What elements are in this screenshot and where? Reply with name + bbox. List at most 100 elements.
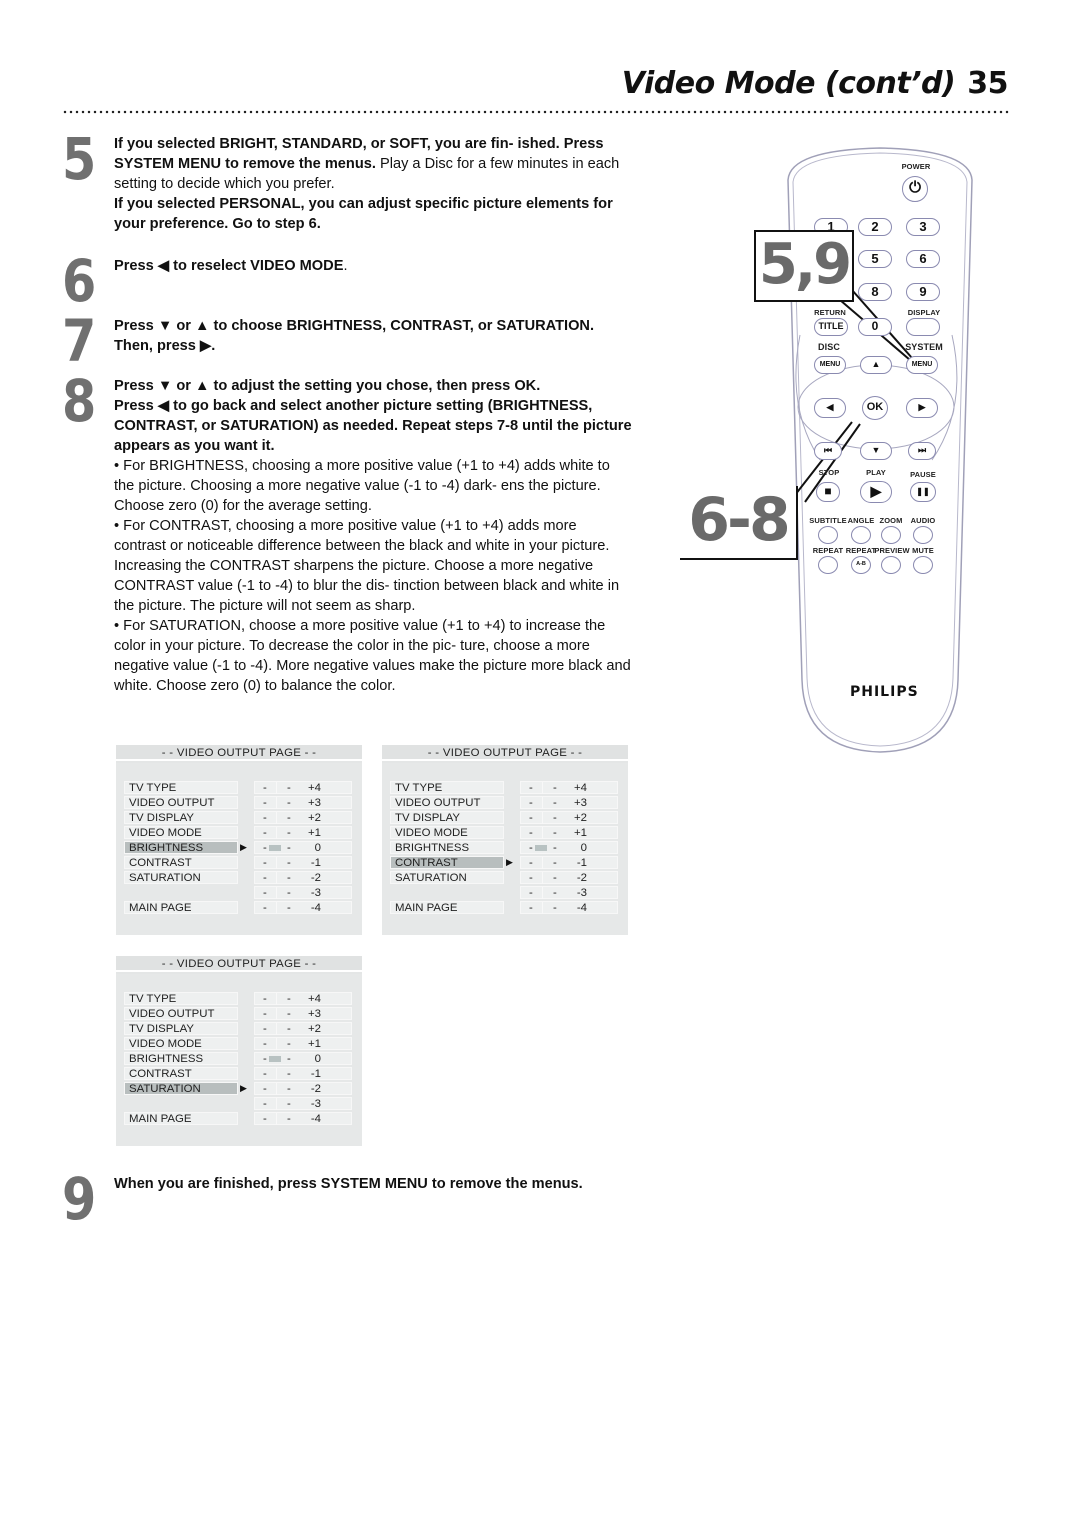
power-button[interactable]: ⏻: [902, 176, 928, 202]
osd-row[interactable]: VIDEO MODE - - +1: [390, 826, 622, 840]
osd-value-cell[interactable]: - - -3: [254, 1097, 352, 1110]
osd-value-cell[interactable]: - - +3: [254, 1007, 352, 1020]
osd-row[interactable]: - - -3: [390, 886, 622, 900]
osd-row[interactable]: VIDEO MODE - - +1: [124, 826, 356, 840]
osd-item-tv-display[interactable]: TV DISPLAY: [124, 811, 238, 824]
pause-button[interactable]: ❚❚: [910, 482, 936, 502]
osd-value-cell[interactable]: - - +1: [520, 826, 618, 839]
osd-item-contrast[interactable]: CONTRAST: [124, 856, 238, 869]
osd-item-saturation[interactable]: SATURATION: [124, 871, 238, 884]
osd-row[interactable]: TV TYPE - - +4: [124, 781, 356, 795]
digit-9-button[interactable]: 9: [906, 283, 940, 301]
osd-row[interactable]: CONTRAST - - -1: [124, 856, 356, 870]
osd-value-cell[interactable]: - - +2: [254, 1022, 352, 1035]
osd-row[interactable]: VIDEO OUTPUT - - +3: [390, 796, 622, 810]
osd-item-tv-display[interactable]: TV DISPLAY: [390, 811, 504, 824]
osd-value-cell[interactable]: - - -2: [520, 871, 618, 884]
osd-item-main-page[interactable]: MAIN PAGE: [124, 901, 238, 914]
osd-value-cell[interactable]: - - -3: [254, 886, 352, 899]
osd-value-cell[interactable]: - - +4: [254, 781, 352, 794]
osd-row[interactable]: SATURATION - - -2: [390, 871, 622, 885]
osd-item-contrast[interactable]: CONTRAST: [390, 856, 504, 869]
osd-value-cell[interactable]: - - +2: [254, 811, 352, 824]
mute-button[interactable]: [913, 556, 933, 574]
osd-row[interactable]: TV DISPLAY - - +2: [124, 1022, 356, 1036]
right-button[interactable]: ▶: [906, 398, 938, 418]
title-button[interactable]: TITLE: [814, 318, 848, 336]
osd-value-cell[interactable]: - - +2: [520, 811, 618, 824]
osd-value-cell[interactable]: - - +3: [520, 796, 618, 809]
osd-value-cell[interactable]: - - -1: [254, 856, 352, 869]
left-button[interactable]: ◀: [814, 398, 846, 418]
osd-row[interactable]: BRIGHTNESS - - 0: [124, 1052, 356, 1066]
play-button[interactable]: ▶: [860, 481, 892, 503]
osd-row[interactable]: MAIN PAGE - - -4: [124, 901, 356, 915]
osd-row[interactable]: BRIGHTNESS - - 0: [390, 841, 622, 855]
up-button[interactable]: ▲: [860, 356, 892, 374]
osd-item-brightness[interactable]: BRIGHTNESS: [390, 841, 504, 854]
repeat-button[interactable]: [818, 556, 838, 574]
osd-value-cell[interactable]: - - -2: [254, 871, 352, 884]
osd-item-brightness[interactable]: BRIGHTNESS: [124, 841, 238, 854]
previous-button[interactable]: ⏮: [814, 442, 842, 460]
subtitle-button[interactable]: [818, 526, 838, 544]
system-menu-button[interactable]: MENU: [906, 356, 938, 374]
osd-row[interactable]: VIDEO OUTPUT - - +3: [124, 796, 356, 810]
osd-value-cell[interactable]: - - -3: [520, 886, 618, 899]
disc-menu-button[interactable]: MENU: [814, 356, 846, 374]
osd-row[interactable]: CONTRAST - - -1: [124, 1067, 356, 1081]
osd-item-tv-display[interactable]: TV DISPLAY: [124, 1022, 238, 1035]
digit-5-button[interactable]: 5: [858, 250, 892, 268]
osd-item-brightness[interactable]: BRIGHTNESS: [124, 1052, 238, 1065]
osd-value-cell[interactable]: - - -4: [254, 1112, 352, 1125]
osd-item-saturation[interactable]: SATURATION: [124, 1082, 238, 1095]
osd-item-video-output[interactable]: VIDEO OUTPUT: [124, 796, 238, 809]
osd-item-video-output[interactable]: VIDEO OUTPUT: [390, 796, 504, 809]
digit-2-button[interactable]: 2: [858, 218, 892, 236]
osd-item-saturation[interactable]: SATURATION: [390, 871, 504, 884]
osd-value-cell[interactable]: - - -4: [520, 901, 618, 914]
osd-row[interactable]: MAIN PAGE - - -4: [390, 901, 622, 915]
digit-0-button[interactable]: 0: [858, 318, 892, 336]
osd-item-main-page[interactable]: MAIN PAGE: [390, 901, 504, 914]
angle-button[interactable]: [851, 526, 871, 544]
osd-value-cell[interactable]: - - +1: [254, 826, 352, 839]
osd-item-video-mode[interactable]: VIDEO MODE: [390, 826, 504, 839]
display-button[interactable]: [906, 318, 940, 336]
osd-item-tv-type[interactable]: TV TYPE: [124, 781, 238, 794]
down-button[interactable]: ▼: [860, 442, 892, 460]
osd-value-cell[interactable]: - - +4: [520, 781, 618, 794]
osd-row[interactable]: TV TYPE - - +4: [124, 992, 356, 1006]
osd-row[interactable]: - - -3: [124, 1097, 356, 1111]
repeat-ab-button[interactable]: A-B: [851, 556, 871, 574]
stop-button[interactable]: ■: [816, 482, 840, 502]
digit-3-button[interactable]: 3: [906, 218, 940, 236]
osd-row[interactable]: MAIN PAGE - - -4: [124, 1112, 356, 1126]
osd-value-cell[interactable]: - - +3: [254, 796, 352, 809]
osd-value-cell[interactable]: - - -4: [254, 901, 352, 914]
zoom-button[interactable]: [881, 526, 901, 544]
osd-item-main-page[interactable]: MAIN PAGE: [124, 1112, 238, 1125]
audio-button[interactable]: [913, 526, 933, 544]
osd-item-contrast[interactable]: CONTRAST: [124, 1067, 238, 1080]
osd-value-cell[interactable]: - - 0: [254, 841, 352, 854]
osd-item-tv-type[interactable]: TV TYPE: [124, 992, 238, 1005]
osd-value-cell[interactable]: - - +1: [254, 1037, 352, 1050]
next-button[interactable]: ⏭: [908, 442, 936, 460]
osd-value-cell[interactable]: - - -1: [254, 1067, 352, 1080]
osd-row[interactable]: CONTRAST ▶ - - -1: [390, 856, 622, 870]
osd-row[interactable]: SATURATION - - -2: [124, 871, 356, 885]
osd-item-tv-type[interactable]: TV TYPE: [390, 781, 504, 794]
osd-value-cell[interactable]: - - -2: [254, 1082, 352, 1095]
digit-6-button[interactable]: 6: [906, 250, 940, 268]
osd-value-cell[interactable]: - - -1: [520, 856, 618, 869]
digit-8-button[interactable]: 8: [858, 283, 892, 301]
osd-row[interactable]: VIDEO MODE - - +1: [124, 1037, 356, 1051]
osd-row[interactable]: TV TYPE - - +4: [390, 781, 622, 795]
osd-item-video-mode[interactable]: VIDEO MODE: [124, 1037, 238, 1050]
preview-button[interactable]: [881, 556, 901, 574]
osd-item-video-mode[interactable]: VIDEO MODE: [124, 826, 238, 839]
osd-value-cell[interactable]: - - +4: [254, 992, 352, 1005]
osd-item-video-output[interactable]: VIDEO OUTPUT: [124, 1007, 238, 1020]
osd-row[interactable]: VIDEO OUTPUT - - +3: [124, 1007, 356, 1021]
